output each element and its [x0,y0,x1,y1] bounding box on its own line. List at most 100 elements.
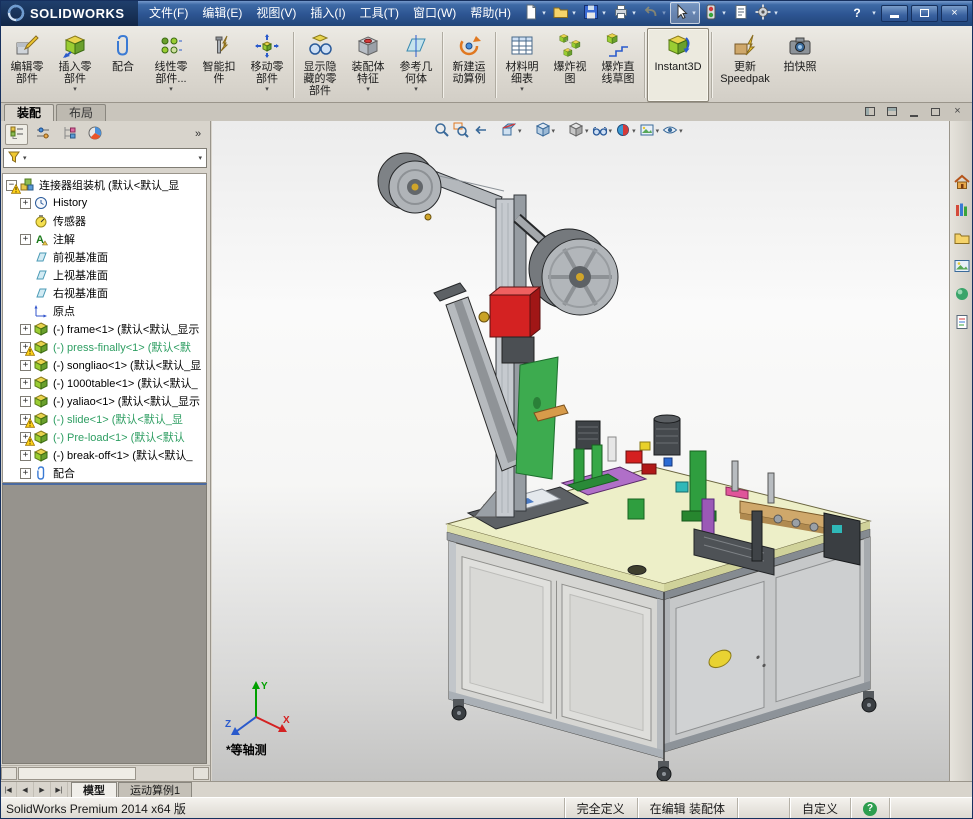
menu-item[interactable]: 帮助(H) [463,3,518,23]
caret-down-icon[interactable]: ▾ [656,127,660,135]
menu-item[interactable]: 工具(T) [353,3,406,23]
tab-scroll-next-icon[interactable]: ▶ [34,782,51,797]
menu-item[interactable]: 文件(F) [142,3,195,23]
reference-geometry-button[interactable]: 参考几 何体 ▾ [392,28,440,102]
tree-item[interactable]: + (-) yaliao<1> (默认<默认_显示 [3,392,206,410]
scroll-right-icon[interactable] [193,767,209,780]
property-manager-tab[interactable] [31,124,54,145]
bom-button[interactable]: 材料明 细表 ▾ [498,28,546,102]
explode-sketch-button[interactable]: 爆炸直 线草图 [594,28,642,102]
new-document-button[interactable]: ▾ [520,2,550,24]
caret-down-icon[interactable]: ▾ [660,9,668,17]
file-properties-button[interactable] [730,2,752,24]
maximize-button[interactable] [911,4,938,22]
scroll-left-icon[interactable] [1,767,17,780]
caret-down-icon[interactable]: ▾ [540,9,548,17]
document-tab[interactable]: 模型 [71,782,117,797]
scrollbar-thumb[interactable] [18,767,136,780]
caret-down-icon[interactable]: ▾ [720,9,728,17]
resources-home-button[interactable] [951,173,972,194]
rebuild-button[interactable]: ▾ [700,2,730,24]
tree-item[interactable]: 上视基准面 [3,266,206,284]
help-button[interactable]: ? [847,4,867,22]
custom-properties-button[interactable] [951,313,972,334]
exploded-view-button[interactable]: 爆炸视 图 [546,28,594,102]
open-document-button[interactable]: ▾ [550,2,580,24]
caret-down-icon[interactable]: ▾ [552,127,556,135]
menu-item[interactable]: 视图(V) [249,3,303,23]
zoom-fit-button[interactable] [434,122,450,139]
view-settings-button[interactable]: ▾ [662,123,683,139]
motion-study-button[interactable]: 新建运 动算例 [445,28,493,102]
hide-show-items-button[interactable]: ▾ [592,123,613,139]
insert-component-button[interactable]: 插入零 部件 ▾ [51,28,99,102]
status-help[interactable]: ? [850,798,889,819]
filter-caret-icon[interactable]: ▾ [23,154,27,162]
apply-scene-button[interactable]: ▾ [639,123,660,139]
expand-icon[interactable]: + [20,467,31,479]
file-explorer-button[interactable] [951,229,972,250]
panel-overflow-chevron[interactable]: » [191,128,205,140]
expand-icon[interactable]: + [20,449,31,461]
commandmanager-tab[interactable]: 布局 [56,104,107,121]
zoom-area-button[interactable] [453,122,469,139]
assembly-model[interactable] [212,121,949,781]
graphics-area[interactable]: ▾ ▾ ▾ ▾ ▾ ▾ ▾ Y X Z *等轴测 [212,121,949,781]
minimize-button[interactable] [881,4,908,22]
expand-icon[interactable]: + [20,377,31,389]
section-view-button[interactable]: ▾ [501,122,522,139]
tab-scroll-first-icon[interactable]: |◀ [0,782,17,797]
caret-down-icon[interactable]: ▾ [570,9,578,17]
cascade-windows-icon[interactable] [884,105,899,118]
tree-root-item[interactable]: − 连接器组装机 (默认<默认_显 [3,176,206,194]
doc-close-icon[interactable]: × [950,105,965,118]
print-button[interactable]: ▾ [610,2,640,24]
expand-icon[interactable]: + [20,359,31,371]
tree-item[interactable]: + (-) songliao<1> (默认<默认_显 [3,356,206,374]
edit-appearance-button[interactable]: ▾ [615,123,636,139]
undo-button[interactable]: ▾ [640,2,670,24]
tab-scroll-last-icon[interactable]: ▶| [51,782,68,797]
tree-item[interactable]: + (-) press-finally<1> (默认<默 [3,338,206,356]
tree-item[interactable]: 传感器 [3,212,206,230]
caret-down-icon[interactable]: ▾ [690,9,698,17]
commandmanager-tab[interactable]: 装配 [4,104,55,121]
close-button[interactable]: × [941,4,968,22]
caret-down-icon[interactable]: ▾ [518,127,522,135]
instant3d-button[interactable]: Instant3D [647,28,709,102]
tree-item[interactable]: 前视基准面 [3,248,206,266]
caret-down-icon[interactable]: ▾ [169,86,173,93]
previous-view-button[interactable] [472,123,488,139]
display-manager-tab[interactable] [83,124,106,145]
show-hidden-button[interactable]: 显示隐 藏的零 部件 [296,28,344,102]
expand-icon[interactable]: + [20,395,31,407]
tree-filter-bar[interactable]: ▾ ▾ [3,148,207,168]
view-palette-button[interactable] [951,257,972,278]
caret-down-icon[interactable]: ▾ [630,9,638,17]
appearances-button[interactable] [951,285,972,306]
assembly-features-button[interactable]: 装配体 特征 ▾ [344,28,392,102]
display-style-button[interactable]: ▾ [568,121,589,139]
linear-pattern-button[interactable]: 线性零 部件... ▾ [147,28,195,102]
status-custom-button[interactable]: 自定义 [788,798,850,819]
caret-down-icon[interactable]: ▾ [600,9,608,17]
panel-horizontal-scrollbar[interactable] [0,765,210,781]
caret-down-icon[interactable]: ▾ [520,86,524,93]
expand-icon[interactable]: + [20,323,31,335]
document-tab[interactable]: 运动算例1 [118,782,193,797]
feature-manager-tab[interactable] [5,123,28,145]
move-component-button[interactable]: 移动零 部件 ▾ [243,28,291,102]
tree-item[interactable]: + (-) slide<1> (默认<默认_显 [3,410,206,428]
doc-minimize-icon[interactable] [906,105,921,118]
select-button[interactable]: ▾ [669,2,700,24]
doc-restore-icon[interactable] [928,105,943,118]
caret-down-icon[interactable]: ▾ [414,86,418,93]
caret-down-icon[interactable]: ▾ [585,127,589,135]
caret-down-icon[interactable]: ▾ [73,86,77,93]
tree-item[interactable]: + (-) 1000table<1> (默认<默认_ [3,374,206,392]
caret-down-icon[interactable]: ▾ [609,127,613,135]
tree-item[interactable]: + (-) frame<1> (默认<默认_显示 [3,320,206,338]
smart-fastener-button[interactable]: 智能扣 件 [195,28,243,102]
filter-expand-caret-icon[interactable]: ▾ [198,154,202,162]
tree-item[interactable]: + (-) break-off<1> (默认<默认_ [3,446,206,464]
